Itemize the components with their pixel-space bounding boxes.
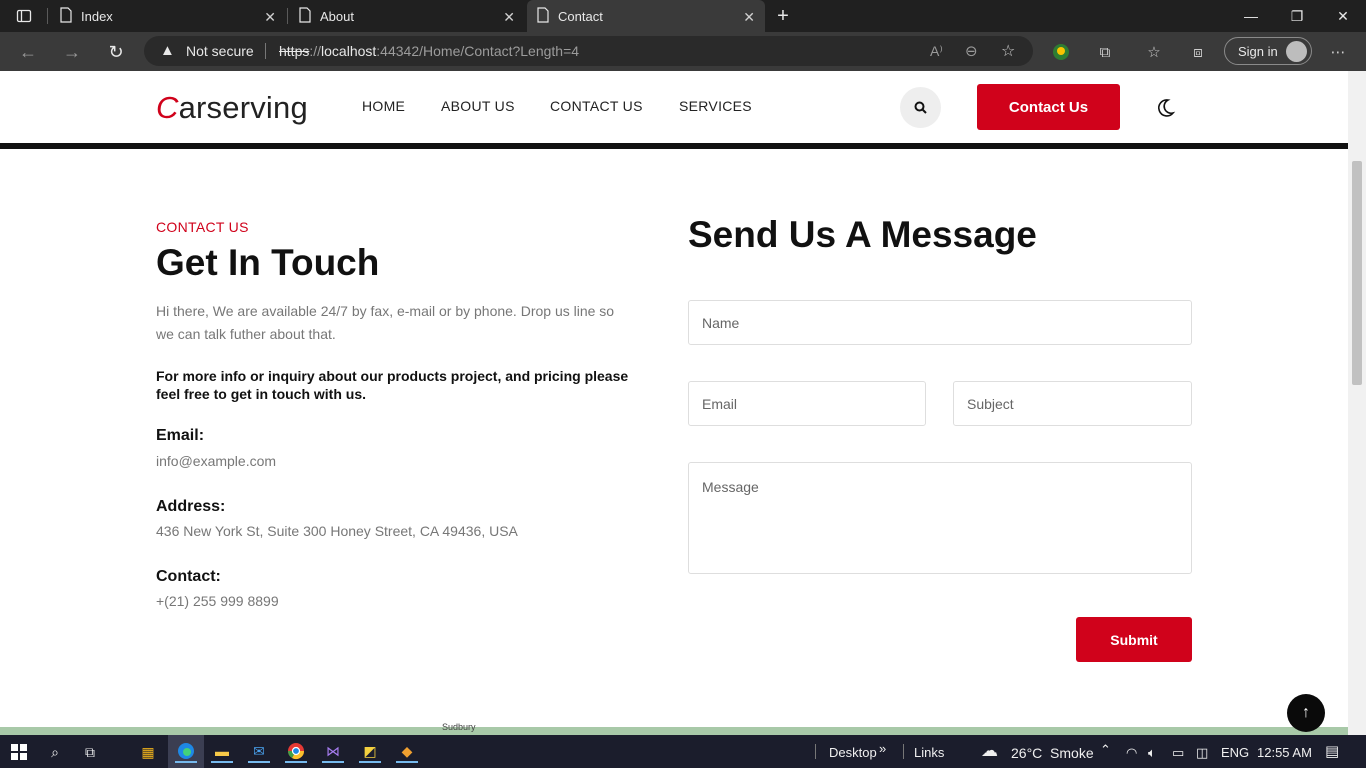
taskbar: ⌕ ⧉ ▦ ▬ ✉ ⋈ ◩ ◆ Desktop » Links ☁ 26°C S… (0, 735, 1366, 768)
warning-icon[interactable]: ▲ (160, 42, 175, 59)
links-toolbar[interactable]: Links (914, 745, 944, 760)
section-title: Get In Touch (156, 242, 380, 283)
avatar-icon (1286, 41, 1307, 62)
minimize-icon[interactable]: — (1228, 0, 1274, 32)
sign-in-button[interactable]: Sign in (1224, 37, 1312, 65)
search-icon[interactable]: ⌕ (44, 741, 66, 763)
plus-icon[interactable]: + (773, 6, 793, 26)
volume-icon[interactable]: 🔈︎ (1148, 745, 1156, 761)
file-explorer-icon[interactable]: ▬ (211, 741, 233, 763)
phone-label: Contact: (156, 568, 221, 585)
close-tab-icon[interactable]: ✕ (743, 9, 755, 26)
email-label: Email: (156, 427, 205, 444)
favorites-icon[interactable]: ☆ (1143, 41, 1165, 63)
desktop-toolbar[interactable]: Desktop (829, 745, 877, 760)
read-aloud-icon[interactable]: A⁾ (930, 43, 943, 60)
clock[interactable]: 12:55 AM (1257, 745, 1312, 760)
restore-icon[interactable]: ❐ (1274, 0, 1320, 32)
phone-value: +(21) 255 999 8899 (156, 593, 279, 609)
language-indicator[interactable]: ENG (1221, 745, 1249, 760)
chrome-icon[interactable] (285, 741, 307, 763)
site-header: Carserving HOME ABOUT US CONTACT US SERV… (0, 71, 1348, 143)
tab-about[interactable]: About ✕ (289, 0, 525, 32)
page-icon (536, 6, 550, 26)
moon-icon[interactable] (1154, 97, 1176, 119)
page-icon (59, 6, 73, 26)
tab-title: Contact (558, 8, 603, 24)
inquiry-note: For more info or inquiry about our produ… (156, 368, 629, 402)
message-field[interactable] (688, 462, 1192, 574)
nav-services[interactable]: SERVICES (679, 98, 752, 114)
address-bar[interactable]: ▲ Not secure https://localhost:44342/Hom… (144, 36, 1033, 66)
tab-title: About (320, 8, 354, 24)
nav-about[interactable]: ABOUT US (441, 98, 515, 114)
back-to-top-button[interactable]: ↑ (1287, 694, 1325, 732)
visual-studio-icon[interactable]: ⋈ (322, 741, 344, 763)
windows-start-icon[interactable] (8, 741, 30, 763)
submit-button[interactable]: Submit (1076, 617, 1192, 662)
forward-icon[interactable]: → (59, 40, 85, 64)
browser-tab-strip: Index ✕ About ✕ Contact ✕ + — ❐ ✕ (0, 0, 1366, 32)
notifications-icon[interactable]: ▤ (1325, 742, 1339, 760)
security-status[interactable]: Not secure (186, 43, 254, 59)
extensions-icon[interactable]: ⧉ (1094, 41, 1116, 63)
add-favorite-icon[interactable]: ☆ (1001, 41, 1015, 61)
close-icon[interactable]: ✕ (1320, 0, 1366, 32)
page-scrollbar[interactable] (1348, 71, 1366, 735)
nav-contact[interactable]: CONTACT US (550, 98, 643, 114)
sticky-notes-icon[interactable]: ◩ (359, 741, 381, 763)
form-title: Send Us A Message (688, 214, 1037, 255)
git-app-icon[interactable]: ◆ (396, 741, 418, 763)
store-icon[interactable]: ▦ (137, 741, 159, 763)
collections-icon[interactable]: ⧈ (1187, 41, 1209, 63)
weather-icon[interactable]: ☁ (981, 741, 998, 761)
tab-title: Index (81, 8, 113, 24)
chevron-up-icon[interactable]: ⌃ (1100, 742, 1111, 758)
back-icon[interactable]: ← (15, 40, 41, 64)
refresh-icon[interactable]: ↻ (103, 40, 129, 64)
search-icon (914, 101, 927, 114)
section-kicker: CONTACT US (156, 219, 249, 235)
intro-text: Hi there, We are available 24/7 by fax, … (156, 303, 615, 342)
close-tab-icon[interactable]: ✕ (503, 9, 515, 26)
more-icon[interactable]: ⋯ (1327, 41, 1349, 63)
task-view-icon[interactable]: ⧉ (79, 741, 101, 763)
subject-field[interactable] (953, 381, 1192, 426)
address-value: 436 New York St, Suite 300 Honey Street,… (156, 523, 518, 539)
edge-icon[interactable] (175, 741, 197, 763)
tab-index[interactable]: Index ✕ (50, 0, 286, 32)
hero-image-edge (0, 143, 1348, 149)
nav-home[interactable]: HOME (362, 98, 405, 114)
tab-contact[interactable]: Contact ✕ (527, 0, 765, 32)
contact-us-button[interactable]: Contact Us (977, 84, 1120, 130)
zoom-out-icon[interactable]: ⊖ (965, 42, 978, 60)
web-page: Carserving HOME ABOUT US CONTACT US SERV… (0, 71, 1348, 735)
email-value: info@example.com (156, 453, 277, 469)
wifi-icon[interactable]: ◠ (1126, 745, 1137, 761)
battery-icon[interactable]: ▭ (1172, 745, 1184, 761)
browser-toolbar: ← → ↻ ▲ Not secure https://localhost:443… (0, 32, 1366, 71)
email-field[interactable] (688, 381, 926, 426)
map-place-label: Sudbury (442, 722, 476, 732)
search-button[interactable] (900, 87, 941, 128)
site-logo[interactable]: Carserving (156, 90, 308, 126)
mail-icon[interactable]: ✉ (248, 741, 270, 763)
scrollbar-thumb[interactable] (1352, 161, 1362, 385)
page-icon (298, 6, 312, 26)
map[interactable] (0, 727, 1348, 735)
tab-actions-icon[interactable] (16, 8, 32, 24)
url-text[interactable]: https://localhost:44342/Home/Contact?Len… (279, 43, 579, 59)
weather-status[interactable]: 26°C Smoke (1011, 745, 1094, 761)
close-tab-icon[interactable]: ✕ (264, 9, 276, 26)
arrow-up-icon: ↑ (1302, 704, 1310, 721)
chevron-right-icon[interactable]: » (879, 741, 886, 756)
address-label: Address: (156, 498, 226, 515)
name-field[interactable] (688, 300, 1192, 345)
extension-icon[interactable] (1050, 41, 1072, 63)
network-icon[interactable]: ◫ (1196, 745, 1208, 761)
